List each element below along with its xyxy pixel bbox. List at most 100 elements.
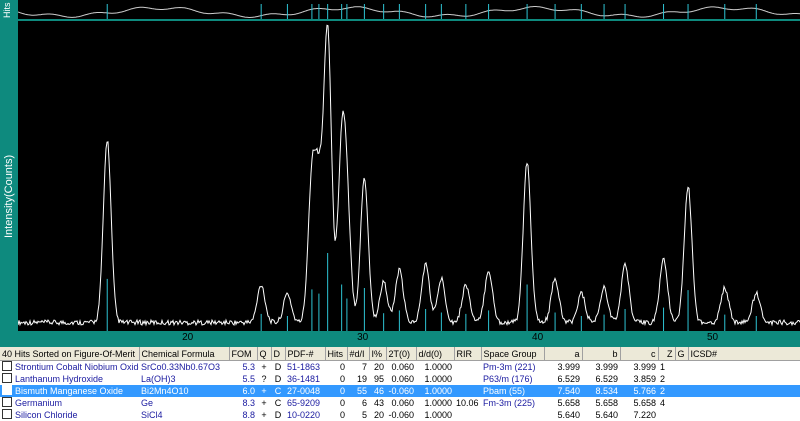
cell-fom: 8.8 — [242, 409, 255, 420]
column-header[interactable]: Chemical Formula — [139, 347, 230, 361]
cell-c: 5.766 — [620, 385, 658, 397]
x-tick-label: 30 — [357, 332, 369, 343]
cell-dl: 6 — [361, 397, 367, 408]
column-header[interactable]: b — [582, 347, 621, 361]
cell-g — [675, 397, 688, 409]
phase-name-cell: Lanthanum Hydroxide — [0, 373, 139, 385]
cell-z: 2 — [658, 385, 675, 397]
row-checkbox[interactable] — [2, 409, 12, 419]
cell-dl: 19 — [356, 373, 367, 384]
cell-ip: 20 — [373, 409, 384, 420]
diffraction-plot[interactable] — [18, 21, 800, 331]
cell-g — [675, 385, 688, 397]
column-header[interactable]: ICSD# — [688, 347, 800, 361]
cell-rir — [454, 361, 481, 374]
cell-sg: Pbam (55) — [481, 385, 544, 397]
cell-hits: 0 — [339, 397, 345, 408]
column-header[interactable]: G — [675, 347, 689, 361]
cell-b: 6.529 — [595, 373, 618, 384]
hits-plot[interactable] — [18, 0, 800, 19]
phase-name-cell: Germanium — [0, 397, 139, 409]
cell-sg: Fm-3m (225) — [483, 397, 536, 408]
cell-t0: 0.060 — [391, 373, 414, 384]
column-header[interactable]: d/d(0) — [416, 347, 455, 361]
column-header[interactable]: #d/I — [347, 347, 370, 361]
cell-fom: 6.0 — [229, 385, 257, 397]
table-row[interactable]: Silicon Chloride SiCl4 8.8 + D 10-0220 0 5 20 -0.… — [0, 409, 800, 421]
cell-ip: 20 — [373, 361, 384, 372]
cell-dd0: 1.0000 — [424, 361, 452, 372]
cell-hits: 0 — [325, 385, 347, 397]
row-checkbox[interactable] — [2, 361, 12, 371]
table-row[interactable]: Strontium Cobalt Niobium Oxide SrCo0.33Nb… — [0, 361, 800, 374]
column-header[interactable]: Hits — [325, 347, 348, 361]
column-header[interactable]: FOM — [229, 347, 258, 361]
phase-name: Lanthanum Hydroxide — [15, 374, 104, 384]
cell-sg: Pm-3m (221) — [483, 361, 536, 372]
table-row[interactable]: Bismuth Manganese Oxide Bi2Mn4O10 6.0 + C 27-… — [0, 385, 800, 397]
cell-dd0: 1.0000 — [424, 409, 452, 420]
column-header[interactable]: a — [544, 347, 583, 361]
cell-ip: 43 — [373, 397, 384, 408]
cell-c: 3.859 — [633, 373, 656, 384]
cell-a: 5.658 — [557, 397, 580, 408]
cell-dl: 7 — [361, 361, 367, 372]
cell-t0: 0.060 — [391, 361, 414, 372]
column-header[interactable]: D — [271, 347, 286, 361]
cell-sg — [481, 409, 544, 421]
cell-fom: 5.3 — [242, 361, 255, 372]
phase-name: Germanium — [15, 398, 63, 408]
cell-rir — [454, 373, 481, 385]
cell-ip: 95 — [373, 373, 384, 384]
cell-icsd — [688, 397, 800, 409]
cell-icsd — [688, 361, 800, 374]
cell-hits: 0 — [339, 373, 345, 384]
cell-dl: 55 — [347, 385, 369, 397]
cell-dd0: 1.0000 — [424, 373, 452, 384]
cell-c: 3.999 — [633, 361, 656, 372]
cell-hits: 0 — [339, 409, 345, 420]
table-row[interactable]: Germanium Ge 8.3 + C 65-9209 0 6 43 0.060 1.0000 10… — [0, 397, 800, 409]
x-tick-label: 50 — [706, 332, 719, 343]
column-header[interactable]: I% — [369, 347, 387, 361]
column-header[interactable]: Z — [658, 347, 676, 361]
cell-rir — [454, 385, 481, 397]
cell-a: 7.540 — [544, 385, 582, 397]
cell-formula: SrCo0.33Nb0.67O3 — [141, 361, 221, 372]
cell-z: 2 — [660, 373, 666, 384]
cell-formula: SiCl4 — [141, 409, 163, 420]
row-checkbox[interactable] — [2, 373, 12, 383]
cell-q: + — [257, 385, 271, 397]
search-match-table: 40 Hits Sorted on Figure-Of-Merit Chemic… — [0, 347, 800, 421]
cell-icsd — [688, 385, 800, 397]
cell-sg: P63/m (176) — [483, 373, 533, 384]
cell-pdf: 36-1481 — [287, 373, 321, 384]
cell-a: 3.999 — [557, 361, 580, 372]
column-header[interactable]: RIR — [454, 347, 482, 361]
cell-ip: 46 — [369, 385, 386, 397]
cell-fom: 5.5 — [242, 373, 255, 384]
row-checkbox[interactable] — [2, 385, 12, 395]
row-checkbox[interactable] — [2, 397, 12, 407]
cell-d: C — [274, 397, 282, 408]
column-header[interactable]: Space Group — [481, 347, 545, 361]
hits-trace — [18, 6, 800, 18]
phase-name-cell: Silicon Chloride — [0, 409, 139, 421]
cell-c: 5.658 — [633, 397, 656, 408]
cell-rir — [454, 409, 481, 421]
cell-g — [675, 409, 688, 421]
column-header[interactable]: Q — [257, 347, 272, 361]
cell-c: 7.220 — [633, 409, 656, 420]
table-row[interactable]: Lanthanum Hydroxide La(OH)3 5.5? D 36-1481 0 1… — [0, 373, 800, 385]
table-header: 40 Hits Sorted on Figure-Of-Merit Chemic… — [0, 347, 800, 361]
cell-b: 3.999 — [595, 361, 618, 372]
cell-formula: Bi2Mn4O10 — [139, 385, 229, 397]
column-header[interactable]: 40 Hits Sorted on Figure-Of-Merit — [0, 347, 140, 361]
column-header[interactable]: 2T(0) — [386, 347, 417, 361]
column-header[interactable]: PDF-# — [285, 347, 326, 361]
cell-d: D — [274, 373, 282, 384]
cell-pdf: 65-9209 — [287, 397, 321, 408]
cell-b: 5.658 — [595, 397, 618, 408]
column-header[interactable]: c — [620, 347, 659, 361]
cell-t0: 0.060 — [391, 397, 414, 408]
